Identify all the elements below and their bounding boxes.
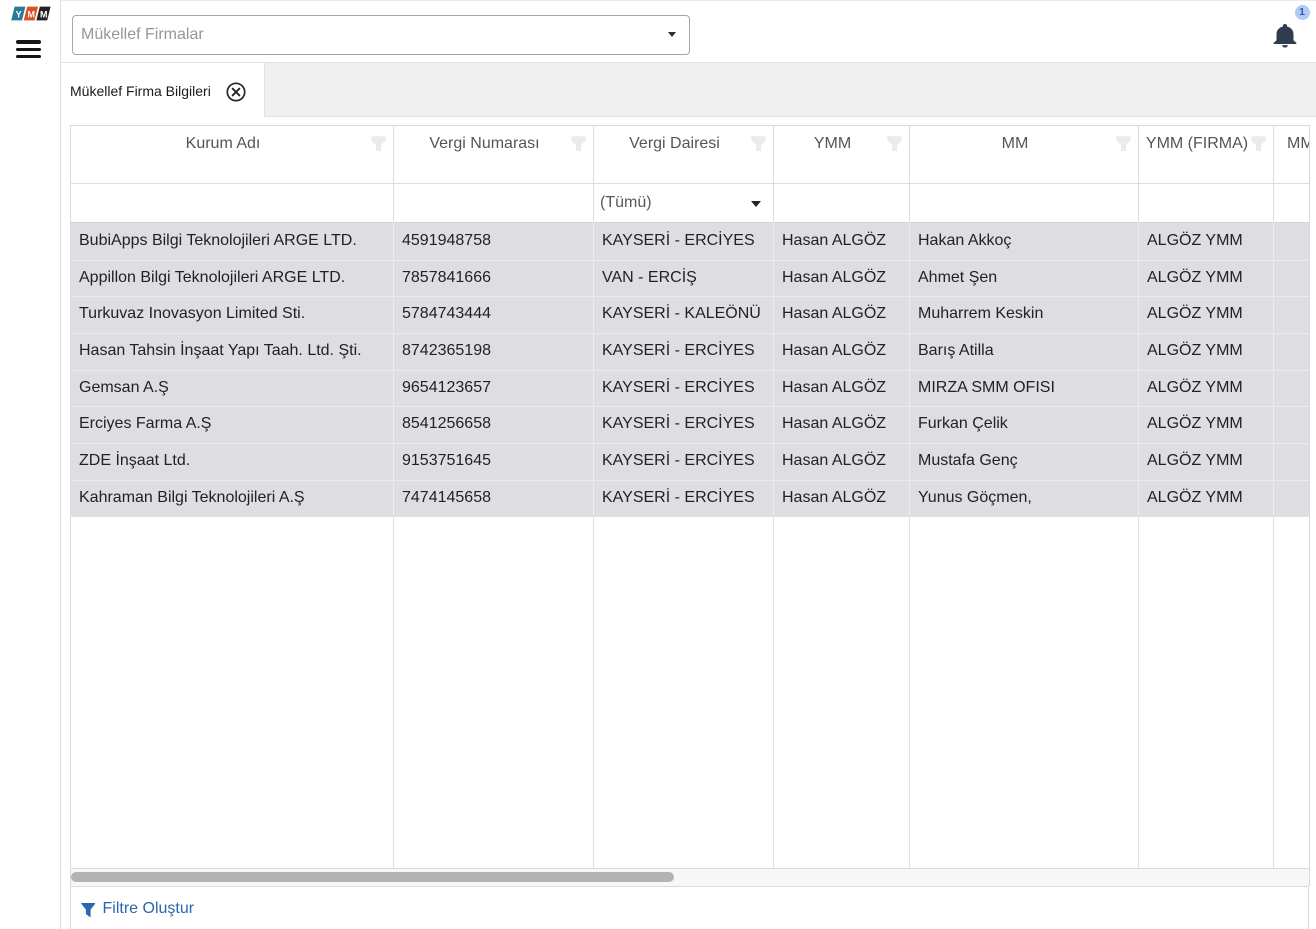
svg-text:M: M [27, 10, 35, 20]
svg-text:Y: Y [16, 10, 22, 20]
svg-text:M: M [40, 10, 48, 20]
